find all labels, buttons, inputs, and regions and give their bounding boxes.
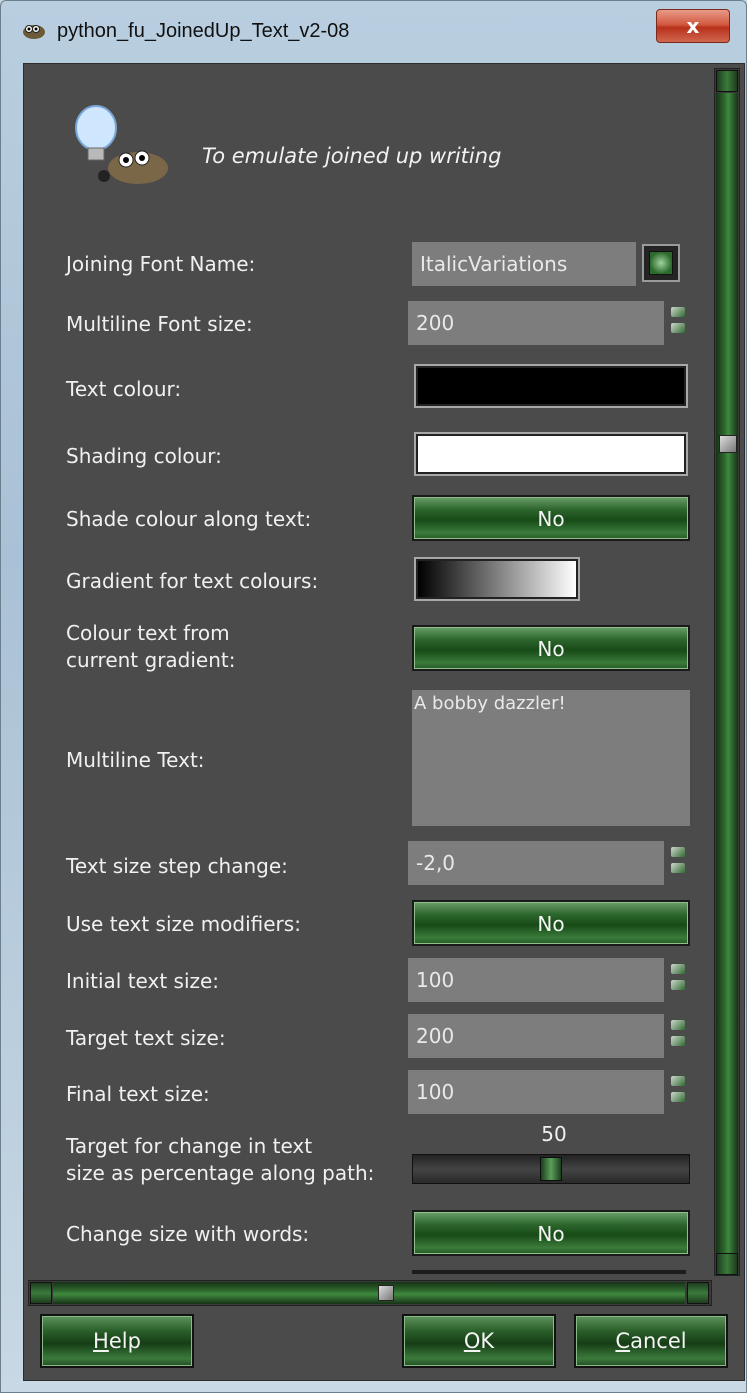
shade-colour-along-text-label: Shade colour along text: xyxy=(66,507,312,531)
clipped-next-row xyxy=(66,1260,686,1274)
window-title: python_fu_JoinedUp_Text_v2-08 xyxy=(57,20,350,42)
final-text-size-label: Final text size: xyxy=(66,1082,210,1106)
shading-colour-label: Shading colour: xyxy=(66,444,222,468)
help-button[interactable]: Help xyxy=(40,1314,194,1368)
use-text-size-modifiers-toggle[interactable]: No xyxy=(412,900,690,946)
font-chooser-icon xyxy=(649,251,673,275)
text-size-step-change-label: Text size step change: xyxy=(66,854,288,878)
text-size-step-change-field[interactable]: -2,0 xyxy=(408,841,664,885)
cancel-button[interactable]: Cancel xyxy=(574,1314,728,1368)
use-text-size-modifiers-label: Use text size modifiers: xyxy=(66,912,301,936)
change-size-with-words-label: Change size with words: xyxy=(66,1222,310,1246)
clipped-next-control xyxy=(412,1270,686,1274)
text-size-step-change-spinner[interactable] xyxy=(669,841,687,885)
multiline-text-area[interactable]: A bobby dazzler! xyxy=(412,690,690,826)
target-text-size-field[interactable]: 200 xyxy=(408,1014,664,1058)
scroll-down-button[interactable] xyxy=(716,1253,738,1275)
title-bar[interactable]: python_fu_JoinedUp_Text_v2-08 x xyxy=(1,1,746,63)
target-text-size-spinner[interactable] xyxy=(669,1014,687,1058)
font-chooser-button[interactable] xyxy=(642,244,680,282)
target-change-slider[interactable] xyxy=(412,1154,690,1184)
ok-button-label: K xyxy=(480,1329,495,1353)
cancel-mnemonic: C xyxy=(615,1329,631,1353)
scroll-left-button[interactable] xyxy=(30,1282,52,1304)
dialog-window: python_fu_JoinedUp_Text_v2-08 x To emula… xyxy=(0,0,747,1393)
initial-text-size-label: Initial text size: xyxy=(66,969,220,993)
vertical-scroll-trough[interactable] xyxy=(716,93,738,1253)
scroll-right-button[interactable] xyxy=(687,1282,709,1304)
colour-text-gradient-label-line1: Colour text from xyxy=(66,621,230,645)
change-size-with-words-toggle[interactable]: No xyxy=(412,1210,690,1256)
scroll-up-button[interactable] xyxy=(716,70,738,92)
horizontal-scroll-thumb[interactable] xyxy=(378,1285,394,1301)
vertical-scrollbar[interactable] xyxy=(714,68,740,1276)
spin-down-icon[interactable] xyxy=(671,1036,685,1046)
final-text-size-field[interactable]: 100 xyxy=(408,1070,664,1114)
dialog-content: To emulate joined up writing Joining Fon… xyxy=(23,63,745,1381)
multiline-text-label: Multiline Text: xyxy=(66,748,205,772)
colour-text-gradient-label-line2: current gradient: xyxy=(66,648,236,672)
final-text-size-spinner[interactable] xyxy=(669,1070,687,1114)
horizontal-scroll-trough[interactable] xyxy=(53,1282,685,1304)
initial-text-size-spinner[interactable] xyxy=(669,958,687,1002)
shading-colour-button[interactable] xyxy=(414,432,688,476)
text-colour-button[interactable] xyxy=(414,364,688,408)
multiline-font-size-label: Multiline Font size: xyxy=(66,312,253,336)
target-change-value: 50 xyxy=(541,1122,567,1146)
spin-down-icon[interactable] xyxy=(671,323,685,333)
gimp-wilber-icon xyxy=(23,25,45,39)
target-change-label-line1: Target for change in text xyxy=(66,1134,313,1158)
horizontal-scrollbar[interactable] xyxy=(28,1280,712,1306)
spin-up-icon[interactable] xyxy=(671,1076,685,1086)
colour-text-gradient-toggle[interactable]: No xyxy=(412,625,690,671)
cancel-button-label: ancel xyxy=(630,1329,687,1353)
target-change-label-line2: size as percentage along path: xyxy=(66,1161,375,1185)
initial-text-size-field[interactable]: 100 xyxy=(408,958,664,1002)
gradient-for-text-colours-label: Gradient for text colours: xyxy=(66,569,319,593)
spin-down-icon[interactable] xyxy=(671,980,685,990)
joining-font-name-field[interactable]: ItalicVariations xyxy=(412,242,636,286)
spin-down-icon[interactable] xyxy=(671,863,685,873)
spin-down-icon[interactable] xyxy=(671,1092,685,1102)
multiline-font-size-field[interactable]: 200 xyxy=(408,301,664,345)
ok-mnemonic: O xyxy=(463,1329,481,1353)
ok-button[interactable]: OK xyxy=(402,1314,556,1368)
spin-up-icon[interactable] xyxy=(671,847,685,857)
slider-handle[interactable] xyxy=(540,1157,562,1181)
spin-up-icon[interactable] xyxy=(671,964,685,974)
vertical-scroll-thumb[interactable] xyxy=(719,435,737,453)
plugin-description: To emulate joined up writing xyxy=(202,144,502,168)
target-text-size-label: Target text size: xyxy=(66,1026,226,1050)
close-button[interactable]: x xyxy=(656,9,730,43)
spin-up-icon[interactable] xyxy=(671,307,685,317)
lightbulb-wilber-icon xyxy=(75,105,168,184)
shade-colour-along-text-toggle[interactable]: No xyxy=(412,495,690,541)
text-colour-label: Text colour: xyxy=(66,377,182,401)
joining-font-name-label: Joining Font Name: xyxy=(66,252,256,276)
help-button-label: elp xyxy=(108,1329,141,1353)
multiline-font-size-spinner[interactable] xyxy=(669,301,687,345)
gradient-chooser-button[interactable] xyxy=(414,557,580,601)
help-mnemonic: H xyxy=(93,1329,109,1353)
spin-up-icon[interactable] xyxy=(671,1020,685,1030)
